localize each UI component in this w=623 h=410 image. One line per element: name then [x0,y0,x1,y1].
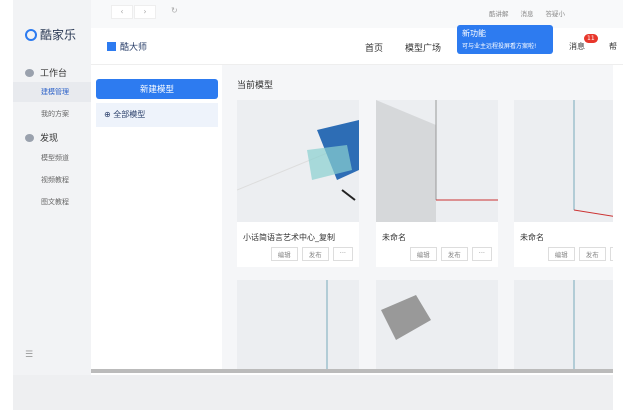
logo-icon [25,28,37,41]
model-name: 小话简语言艺术中心_复制 [243,233,335,242]
model-card[interactable]: 未命名 编辑发布··· [376,100,498,267]
top-links: 酷讲解 消息 答疑小 [489,8,565,18]
publish-button[interactable]: 发布 [440,247,468,261]
model-card[interactable] [514,280,613,370]
discover-icon [25,133,34,142]
sidebar-item-article-tutorials[interactable]: 图文教程 [13,192,91,212]
more-button[interactable]: ··· [332,247,353,261]
sidebar-item-video-tutorials[interactable]: 视频教程 [13,170,91,190]
sidebar-item-my-plans[interactable]: 我的方案 [13,104,91,124]
message-badge: 11 [584,34,598,43]
section-title: 当前模型 [237,81,274,91]
edit-button[interactable]: 编辑 [409,247,437,261]
refresh-icon[interactable]: ↻ [171,6,178,15]
sidebar-item-model-channel[interactable]: 模型频道 [13,148,91,168]
sidebar-group-discover[interactable]: 发现 [25,131,58,144]
workbench-icon [25,68,34,77]
brand-logo[interactable]: 酷家乐 [25,26,76,43]
sidebar-group-workbench[interactable]: 工作台 [25,66,67,79]
brand-icon [107,42,116,51]
all-models-label: 全部模型 [113,110,146,119]
new-model-button[interactable]: 新建模型 [96,79,218,99]
model-name: 未命名 [520,233,544,242]
sidebar-item-model-management[interactable]: 建模管理 [13,82,91,102]
back-button[interactable]: ‹ [111,5,133,19]
content-area: 新建模型 ⊕ 全部模型 当前模型 小话简语言艺术中心_复制 编辑 发布 ··· 未命… [91,65,613,370]
sidebar: 酷家乐 工作台 建模管理 我的方案 发现 模型频道 视频教程 图文教程 ☰ [13,0,91,375]
tooltip-text: 可与业主远程投屏看方案啦! [462,43,537,50]
tv-link[interactable]: 酷讲解 [489,8,509,18]
help-link[interactable]: 答疑小 [546,8,566,18]
model-card[interactable] [237,280,359,370]
more-button[interactable]: ··· [471,247,492,261]
model-name: 未命名 [382,233,406,242]
model-filter-panel: 新建模型 ⊕ 全部模型 [91,65,222,370]
tooltip-title: 新功能 [462,29,486,38]
model-card[interactable] [376,280,498,370]
model-thumbnail[interactable] [237,280,359,370]
edit-button[interactable]: 编辑 [547,247,575,261]
cube-icon: ⊕ [104,110,114,119]
model-thumbnail[interactable] [237,100,359,222]
model-thumbnail[interactable] [514,100,613,222]
app-brand-name: 酷大师 [120,43,148,53]
model-thumbnail[interactable] [514,280,613,370]
footer-area [13,375,613,410]
edit-button[interactable]: 编辑 [270,247,298,261]
model-thumbnail[interactable] [376,280,498,370]
messages-link[interactable]: 消息 [521,8,534,18]
forward-button[interactable]: › [134,5,156,19]
nav-home[interactable]: 首页 [365,41,383,54]
publish-button[interactable]: 发布 [301,247,329,261]
nav-help[interactable]: 帮 [609,41,617,52]
model-card[interactable]: 小话简语言艺术中心_复制 编辑 发布 ··· [237,100,359,267]
model-thumbnail[interactable] [376,100,498,222]
brand-name: 酷家乐 [40,28,77,42]
list-icon[interactable]: ☰ [25,350,33,360]
publish-button[interactable]: 发布 [578,247,606,261]
group-label: 工作台 [40,69,68,79]
browser-bar: ‹ › ↻ 酷讲解 消息 答疑小 [91,0,623,28]
nav-model-square[interactable]: 模型广场 [405,41,441,54]
group-label: 发现 [40,134,59,144]
nav-messages[interactable]: 消息 [569,41,585,52]
new-feature-tooltip: 新功能 可与业主远程投屏看方案啦! [457,25,553,54]
model-card[interactable]: 未命名 编辑发布··· [514,100,613,267]
more-button[interactable]: ··· [609,247,613,261]
app-brand[interactable]: 酷大师 [107,40,147,53]
all-models-item[interactable]: ⊕ 全部模型 [96,103,218,127]
horizontal-scrollbar[interactable] [91,369,613,373]
